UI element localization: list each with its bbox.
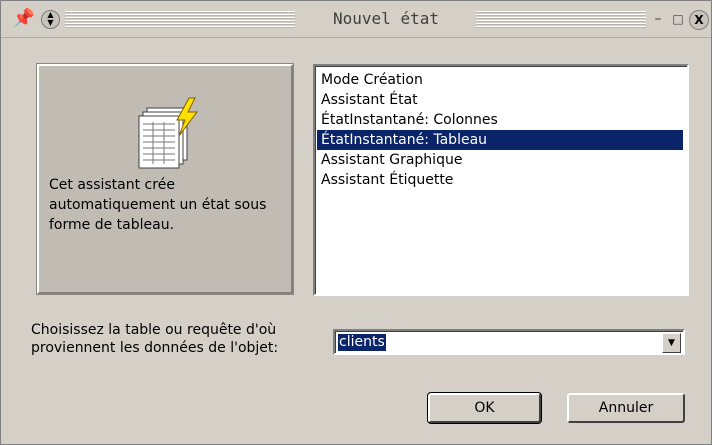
- ok-button[interactable]: OK: [427, 392, 542, 424]
- title-bar[interactable]: 📌 ▲ ▼ Nouvel état – □ X: [1, 1, 711, 38]
- source-table-value[interactable]: clients: [338, 334, 386, 351]
- title-grip-left: [65, 11, 295, 28]
- wizard-description: Cet assistant crée automatiquement un ét…: [49, 177, 267, 233]
- wizard-preview-panel: Cet assistant crée automatiquement un ét…: [36, 63, 294, 295]
- minimize-icon[interactable]: –: [649, 10, 667, 28]
- title-grip-right: [476, 11, 646, 28]
- window-title: Nouvel état: [333, 9, 439, 28]
- maximize-icon[interactable]: □: [669, 10, 687, 28]
- list-item-selected[interactable]: ÉtatInstantané: Tableau: [317, 130, 683, 150]
- list-item[interactable]: Assistant Étiquette: [317, 170, 683, 190]
- source-prompt-label: Choisissez la table ou requête d'où prov…: [31, 322, 279, 356]
- close-icon[interactable]: X: [689, 10, 709, 30]
- source-table-combobox[interactable]: clients ▼: [333, 329, 685, 355]
- pin-icon[interactable]: 📌: [9, 7, 39, 31]
- chevron-down-icon[interactable]: ▼: [662, 333, 681, 353]
- list-item[interactable]: Mode Création: [317, 70, 683, 90]
- dialog-window: 📌 ▲ ▼ Nouvel état – □ X Cet assistant cr…: [0, 0, 712, 445]
- cancel-button[interactable]: Annuler: [567, 393, 685, 423]
- list-item[interactable]: Assistant État: [317, 90, 683, 110]
- list-item[interactable]: Assistant Graphique: [317, 150, 683, 170]
- report-wizard-icon: [133, 94, 213, 174]
- updown-icon[interactable]: ▲ ▼: [41, 10, 60, 29]
- wizard-list[interactable]: Mode Création Assistant État ÉtatInstant…: [313, 64, 689, 296]
- list-item[interactable]: ÉtatInstantané: Colonnes: [317, 110, 683, 130]
